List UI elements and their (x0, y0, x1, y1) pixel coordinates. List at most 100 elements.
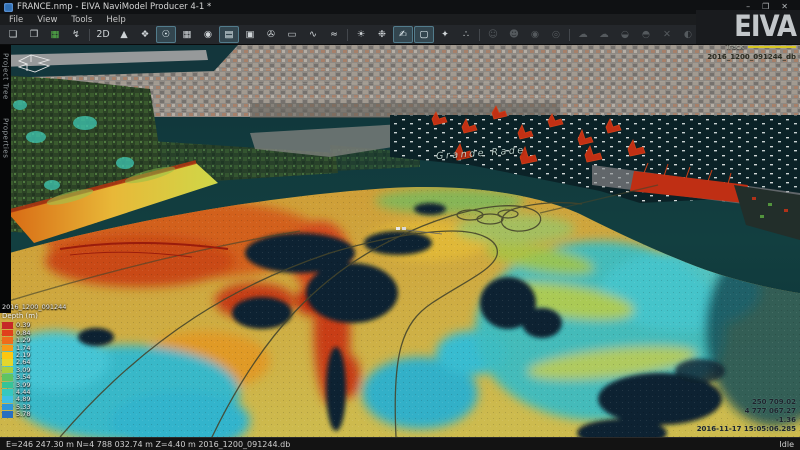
view-3d-icon[interactable]: ❖ (135, 26, 155, 43)
cursor-readout-line: 250 709.02 (697, 398, 796, 407)
toolbar-separator (569, 29, 570, 41)
toolbar-separator (89, 29, 90, 41)
eiva-logo: EIVA (734, 12, 796, 41)
cursor-readout-line: 2016-11-17 15:05:06.285 (697, 425, 796, 434)
dock-strip: Project Tree Properties (0, 45, 11, 313)
palette-icon[interactable]: ❉ (372, 26, 392, 43)
ruler-icon[interactable]: ▭ (282, 26, 302, 43)
point-edit-icon: ◉ (525, 26, 545, 43)
legend-depth-value: 2.64 (16, 359, 30, 366)
depth-legend-units: Depth (m) (2, 312, 66, 320)
legend-color-swatch (2, 337, 13, 344)
brightness-icon[interactable]: ☀ (351, 26, 371, 43)
point-reject-icon: ◓ (636, 26, 656, 43)
camera-icon[interactable]: ✇ (261, 26, 281, 43)
track-color-line (748, 46, 796, 48)
depth-legend-entry: 4.89 (2, 396, 66, 403)
legend-depth-value: 4.89 (16, 396, 30, 403)
legend-color-swatch (2, 404, 13, 411)
track-legend: Track (726, 45, 796, 51)
toolbar-separator (479, 29, 480, 41)
cloud-filter-icon: ☁ (594, 26, 614, 43)
select-area-icon[interactable]: ▢ (414, 26, 434, 43)
app-icon (4, 3, 13, 12)
dock-tab-project-tree[interactable]: Project Tree (2, 53, 10, 100)
globe-icon[interactable]: ◉ (198, 26, 218, 43)
smooth-surface-icon: ☺ (483, 26, 503, 43)
depth-legend-entry: 5.33 (2, 403, 66, 410)
depth-legend-title: 2016_1200_091244 (2, 303, 66, 311)
profile-icon[interactable]: ∿ (303, 26, 323, 43)
depth-legend-entry: 3.54 (2, 374, 66, 381)
depth-legend-entry: 0.84 (2, 329, 66, 336)
brand-panel: EIVA (696, 10, 800, 44)
depth-legend: 2016_1200_091244 Depth (m) 0.390.841.291… (2, 303, 66, 418)
eraser-icon: ✕ (657, 26, 677, 43)
menu-bar: FileViewToolsHelp (0, 14, 800, 25)
stereo-3d-icon[interactable]: ▣ (240, 26, 260, 43)
3d-scene-canvas[interactable] (0, 45, 800, 437)
depth-legend-entry: 3.09 (2, 366, 66, 373)
legend-color-swatch (2, 345, 13, 352)
legend-depth-value: 3.54 (16, 374, 30, 381)
depth-legend-entry: 3.99 (2, 381, 66, 388)
track-source-label: 2016_1200_091244_db (707, 53, 796, 61)
compass-widget[interactable] (15, 52, 53, 76)
lamp-icon[interactable]: ✦ (435, 26, 455, 43)
point-accept-icon: ◒ (615, 26, 635, 43)
depth-legend-entry: 1.74 (2, 344, 66, 351)
seabed-profile-icon[interactable]: ≈ (324, 26, 344, 43)
legend-color-swatch (2, 374, 13, 381)
view-2d-icon[interactable]: 2D (93, 26, 113, 43)
legend-color-swatch (2, 411, 13, 418)
menu-item-file[interactable]: File (2, 15, 30, 25)
cursor-readout-line: -1.36 (697, 416, 796, 425)
depth-legend-entry: 1.29 (2, 337, 66, 344)
depth-legend-entry: 0.39 (2, 322, 66, 329)
point-remove-icon: ◎ (546, 26, 566, 43)
legend-color-swatch (2, 367, 13, 374)
viewport-3d: Project Tree Properties Track 2016_1200_0… (0, 45, 800, 437)
light-bulb-icon[interactable]: ☉ (156, 26, 176, 43)
open-project-icon[interactable]: ❒ (24, 26, 44, 43)
window-title: FRANCE.nmp - EIVA NaviModel Producer 4-1… (17, 2, 211, 12)
legend-color-swatch (2, 389, 13, 396)
depth-legend-entry: 2.64 (2, 359, 66, 366)
track-legend-label: Track (726, 45, 744, 51)
menu-item-view[interactable]: View (30, 15, 64, 25)
status-bar: E=246 247.30 m N=4 788 032.74 m Z=4.40 m… (0, 437, 800, 450)
edit-seabed-icon[interactable]: ✍ (393, 26, 413, 43)
new-project-icon[interactable]: ❏ (3, 26, 23, 43)
dock-tab-properties[interactable]: Properties (2, 118, 10, 158)
surface-shading-icon[interactable]: ▤ (219, 26, 239, 43)
menu-item-tools[interactable]: Tools (64, 15, 99, 25)
legend-depth-value: 1.29 (16, 337, 30, 344)
legend-color-swatch (2, 359, 13, 366)
legend-color-swatch (2, 396, 13, 403)
legend-depth-value: 5.78 (16, 411, 30, 418)
status-position-readout: E=246 247.30 m N=4 788 032.74 m Z=4.40 m… (6, 440, 290, 449)
xyz-cloud-icon: ☁ (573, 26, 593, 43)
status-state: Idle (779, 440, 794, 449)
cursor-position-readout: 250 709.024 777 067.27-1.362016-11-17 15… (697, 398, 796, 434)
despike-icon: ☻ (504, 26, 524, 43)
sphere-icon: ◐ (678, 26, 698, 43)
title-bar: FRANCE.nmp - EIVA NaviModel Producer 4-1… (0, 0, 800, 14)
save-icon[interactable]: ▦ (45, 26, 65, 43)
connect-icon[interactable]: ↯ (66, 26, 86, 43)
legend-color-swatch (2, 322, 13, 329)
depth-legend-entry: 2.19 (2, 352, 66, 359)
legend-color-swatch (2, 382, 13, 389)
scatter-points-icon[interactable]: ∴ (456, 26, 476, 43)
cursor-readout-line: 4 777 067.27 (697, 407, 796, 416)
application-window: FRANCE.nmp - EIVA NaviModel Producer 4-1… (0, 0, 800, 450)
depth-legend-entry: 4.44 (2, 389, 66, 396)
legend-color-swatch (2, 330, 13, 337)
depth-legend-entry: 5.78 (2, 411, 66, 418)
toolbar-separator (347, 29, 348, 41)
grid-icon[interactable]: ▦ (177, 26, 197, 43)
menu-item-help[interactable]: Help (99, 15, 132, 25)
legend-color-swatch (2, 352, 13, 359)
toolbar: ❏❒▦↯2D▲❖☉▦◉▤▣✇▭∿≈☀❉✍▢✦∴☺☻◉◎☁☁◒◓✕◐➢☁☂ (0, 25, 800, 45)
north-arrow-icon[interactable]: ▲ (114, 26, 134, 43)
